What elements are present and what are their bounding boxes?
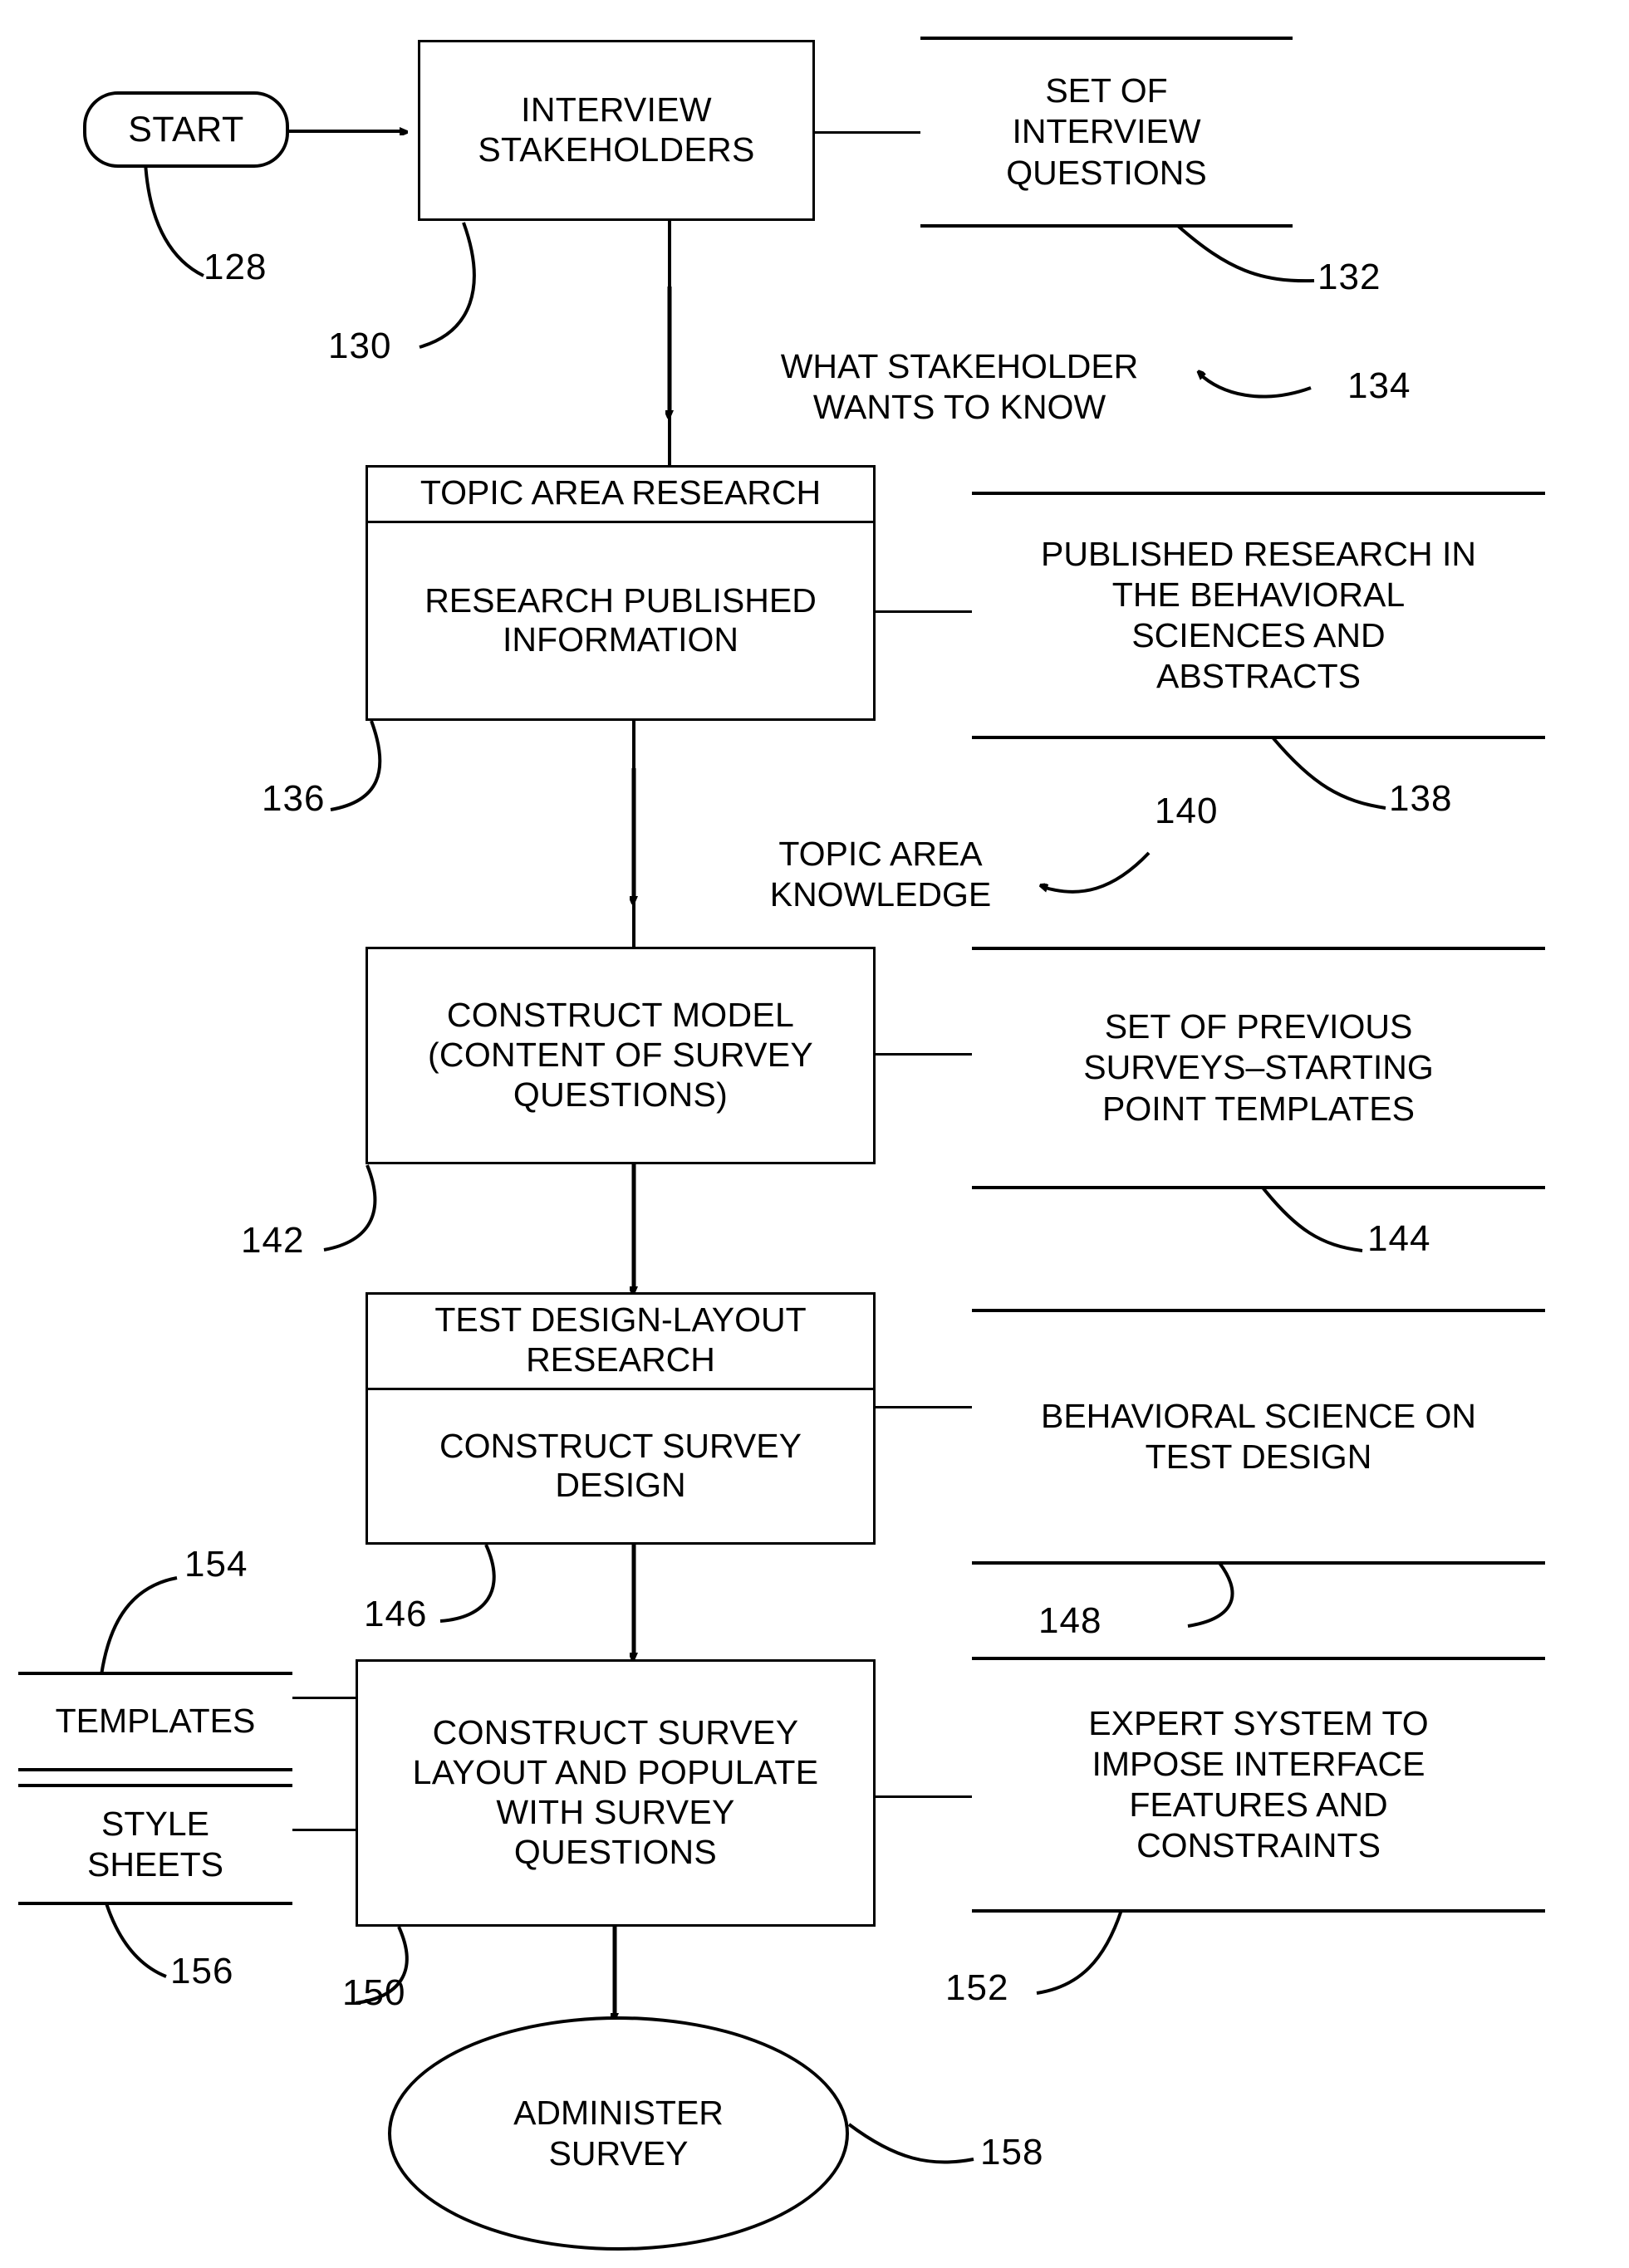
leader-136 (330, 720, 382, 811)
leader-144 (1261, 1186, 1363, 1252)
leader-128 (144, 162, 204, 277)
note-set-of-interview-questions: SET OF INTERVIEW QUESTIONS (920, 37, 1293, 228)
ref-140: 140 (1155, 791, 1219, 831)
note-previous-surveys: SET OF PREVIOUS SURVEYS–STARTING POINT T… (972, 947, 1545, 1189)
test-design-header: TEST DESIGN-LAYOUT RESEARCH (368, 1295, 873, 1390)
flow-label-stakeholder-wants: WHAT STAKEHOLDER WANTS TO KNOW (780, 347, 1139, 427)
note-style-sheets-label: STYLE SHEETS (86, 1804, 224, 1883)
leader-146 (439, 1544, 496, 1623)
leader-152 (1036, 1909, 1123, 1995)
link-interview-to-questions (812, 131, 920, 134)
ref-142: 142 (241, 1220, 305, 1261)
leader-138 (1271, 736, 1386, 810)
construct-survey-layout-label: CONSTRUCT SURVEY LAYOUT AND POPULATE WIT… (412, 1713, 819, 1871)
start-terminator: START (83, 91, 289, 168)
note-behavioral-science-label: BEHAVIORAL SCIENCE ON TEST DESIGN (1040, 1396, 1476, 1476)
process-interview-stakeholders: INTERVIEW STAKEHOLDERS (418, 40, 815, 221)
administer-survey-label: ADMINISTER SURVEY (513, 2093, 724, 2172)
ref-130: 130 (328, 326, 392, 366)
leader-142 (323, 1164, 377, 1252)
patent-flowchart-figure: START 128 INTERVIEW STAKEHOLDERS 130 SET… (0, 0, 1629, 2268)
ref-144: 144 (1367, 1218, 1431, 1259)
note-previous-surveys-label: SET OF PREVIOUS SURVEYS–STARTING POINT T… (1083, 1007, 1434, 1128)
ref-156: 156 (170, 1951, 234, 1991)
leader-158 (847, 2123, 974, 2164)
topic-area-research-header: TOPIC AREA RESEARCH (368, 468, 873, 523)
leader-148 (1187, 1561, 1234, 1628)
interview-stakeholders-label: INTERVIEW STAKEHOLDERS (478, 91, 755, 169)
note-style-sheets: STYLE SHEETS (18, 1784, 292, 1905)
note-interview-questions-label: SET OF INTERVIEW QUESTIONS (1006, 71, 1207, 192)
leader-154 (100, 1576, 178, 1676)
topic-area-research-body: RESEARCH PUBLISHED INFORMATION (424, 580, 817, 659)
note-behavioral-science: BEHAVIORAL SCIENCE ON TEST DESIGN (972, 1309, 1545, 1565)
ref-148: 148 (1038, 1600, 1102, 1641)
test-design-body: CONSTRUCT SURVEY DESIGN (439, 1426, 802, 1505)
note-published-research: PUBLISHED RESEARCH IN THE BEHAVIORAL SCI… (972, 492, 1545, 739)
process-topic-area-research: TOPIC AREA RESEARCH RESEARCH PUBLISHED I… (366, 465, 876, 721)
ref-146: 146 (364, 1594, 428, 1634)
ref-132: 132 (1317, 257, 1381, 297)
process-construct-model: CONSTRUCT MODEL (CONTENT OF SURVEY QUEST… (366, 947, 876, 1164)
leader-132 (1176, 224, 1315, 283)
note-expert-system-label: EXPERT SYSTEM TO IMPOSE INTERFACE FEATUR… (1088, 1703, 1429, 1865)
leader-140 (1043, 851, 1151, 894)
flow-label-topic-knowledge: TOPIC AREA KNOWLEDGE (769, 835, 992, 914)
note-templates-label: TEMPLATES (55, 1702, 256, 1741)
process-construct-survey-layout: CONSTRUCT SURVEY LAYOUT AND POPULATE WIT… (356, 1659, 876, 1927)
ref-152: 152 (945, 1967, 1009, 2008)
start-label: START (128, 109, 244, 149)
ref-136: 136 (262, 778, 326, 819)
note-templates: TEMPLATES (18, 1672, 292, 1771)
ref-138: 138 (1389, 778, 1453, 819)
construct-model-label: CONSTRUCT MODEL (CONTENT OF SURVEY QUEST… (427, 996, 814, 1114)
leader-134 (1200, 374, 1312, 399)
ref-134: 134 (1347, 365, 1411, 406)
terminator-administer-survey: ADMINISTER SURVEY (388, 2016, 849, 2251)
ref-154: 154 (184, 1544, 248, 1585)
ref-128: 128 (204, 247, 267, 287)
ref-150: 150 (342, 1972, 406, 2013)
ref-158: 158 (980, 2132, 1044, 2172)
leader-130 (419, 222, 476, 349)
note-expert-system: EXPERT SYSTEM TO IMPOSE INTERFACE FEATUR… (972, 1657, 1545, 1913)
process-test-design-layout-research: TEST DESIGN-LAYOUT RESEARCH CONSTRUCT SU… (366, 1292, 876, 1545)
note-published-research-label: PUBLISHED RESEARCH IN THE BEHAVIORAL SCI… (1040, 534, 1476, 696)
